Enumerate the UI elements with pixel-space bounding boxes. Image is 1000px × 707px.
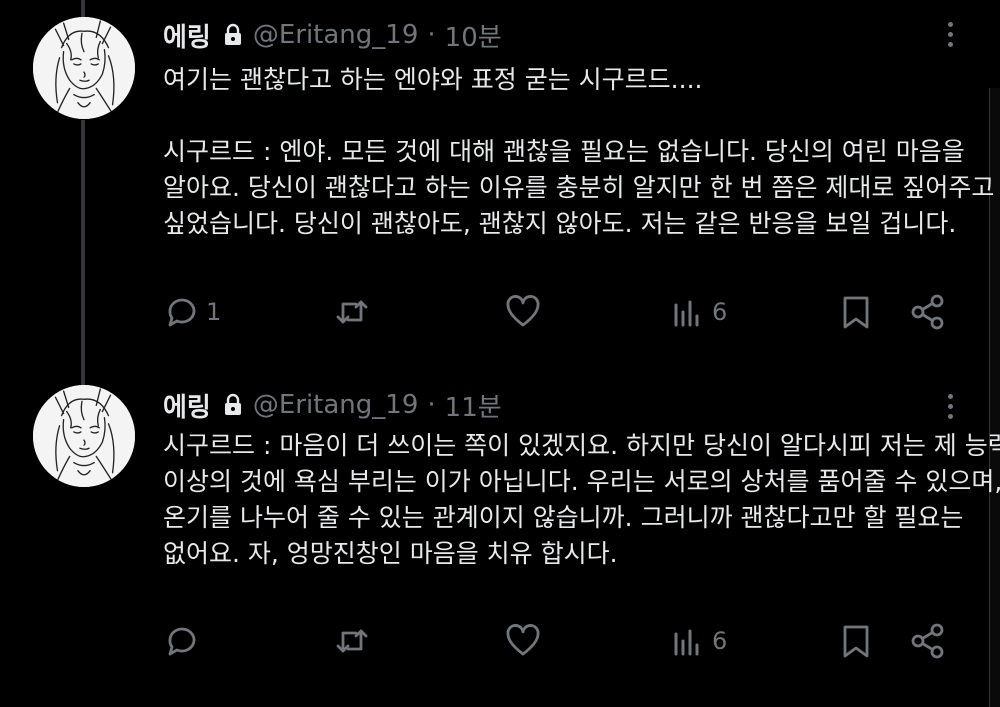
lock-icon bbox=[223, 393, 243, 417]
tweet[interactable]: 에링 @Eritang_19 · 10분 여기는 괜찮다고 하는 엔야와 표정 … bbox=[0, 0, 995, 372]
avatar-sketch-image bbox=[33, 385, 135, 487]
tweet-text: 시구르드 : 마음이 더 쓰이는 쪽이 있겠지요. 하지만 당신이 알다시피 저… bbox=[163, 428, 1000, 572]
tweet-text-line: 시구르드 : 마음이 더 쓰이는 쪽이 있겠지요. 하지만 당신이 알다시피 저… bbox=[163, 431, 1000, 460]
tweet-text-line: 싶었습니다. 당신이 괜찮아도, 괜찮지 않아도. 저는 같은 반응을 보일 겁… bbox=[163, 209, 957, 238]
tweet-text-line: 온기를 나누어 줄 수 있는 관계이지 않습니까. 그러니까 괜찮다고만 할 필… bbox=[163, 503, 964, 532]
heart-icon bbox=[506, 624, 540, 656]
retweet-icon bbox=[336, 629, 368, 653]
bookmark-button[interactable] bbox=[836, 290, 876, 334]
bookmark-icon bbox=[843, 625, 869, 658]
reply-button[interactable]: 1 bbox=[162, 290, 221, 334]
view-count: 6 bbox=[712, 627, 728, 655]
retweet-button[interactable] bbox=[332, 290, 372, 334]
reply-count: 1 bbox=[206, 298, 222, 326]
action-bar: 1 6 bbox=[160, 290, 960, 334]
tweet-text-line: 여기는 괜찮다고 하는 엔야와 표정 굳는 시구르드.... bbox=[163, 65, 703, 94]
tweet-text-line: 이상의 것에 욕심 부리는 이가 아닙니다. 우리는 서로의 상처를 품어줄 수… bbox=[163, 467, 1000, 496]
bookmark-icon bbox=[843, 296, 869, 329]
heart-icon bbox=[506, 295, 540, 327]
tweet-header: 에링 @Eritang_19 · 10분 bbox=[163, 17, 502, 53]
timestamp[interactable]: 10분 bbox=[445, 17, 502, 54]
like-button[interactable] bbox=[503, 290, 543, 334]
separator-dot: · bbox=[427, 390, 436, 420]
display-name[interactable]: 에링 bbox=[163, 387, 211, 424]
share-button[interactable] bbox=[908, 290, 948, 334]
tweet-text-line: 없어요. 자, 엉망진창인 마음을 치유 합시다. bbox=[163, 539, 618, 568]
tweet[interactable]: 에링 @Eritang_19 · 11분 시구르드 : 마음이 더 쓰이는 쪽이… bbox=[0, 372, 1000, 707]
retweet-button[interactable] bbox=[332, 619, 372, 663]
reply-button[interactable] bbox=[162, 619, 206, 663]
share-button[interactable] bbox=[908, 619, 948, 663]
views-chart-icon bbox=[674, 629, 699, 656]
more-dots-icon[interactable] bbox=[938, 17, 962, 51]
views-button[interactable]: 6 bbox=[668, 619, 727, 663]
tweet-header: 에링 @Eritang_19 · 11분 bbox=[163, 387, 502, 423]
tweet-text-line: 알아요. 당신이 괜찮다고 하는 이유를 충분히 알지만 한 번 쯤은 제대로 … bbox=[163, 173, 995, 202]
action-bar: 6 bbox=[160, 619, 960, 663]
display-name[interactable]: 에링 bbox=[163, 17, 211, 54]
share-icon bbox=[911, 294, 944, 330]
user-handle[interactable]: @Eritang_19 bbox=[253, 20, 419, 50]
avatar[interactable] bbox=[33, 385, 135, 487]
reply-icon bbox=[168, 627, 196, 656]
like-button[interactable] bbox=[503, 619, 543, 663]
tweet-text-line bbox=[163, 98, 953, 134]
separator-dot: · bbox=[427, 20, 436, 50]
views-chart-icon bbox=[674, 300, 699, 327]
tweet-text: 여기는 괜찮다고 하는 엔야와 표정 굳는 시구르드.... 시구르드 : 엔야… bbox=[163, 62, 995, 242]
reply-icon bbox=[168, 298, 196, 327]
lock-icon bbox=[223, 23, 243, 47]
avatar[interactable] bbox=[33, 17, 135, 119]
bookmark-button[interactable] bbox=[836, 619, 876, 663]
views-button[interactable]: 6 bbox=[668, 290, 727, 334]
tweet-text-line: 시구르드 : 엔야. 모든 것에 대해 괜찮을 필요는 없습니다. 당신의 여린… bbox=[163, 137, 965, 166]
timeline-feed: 에링 @Eritang_19 · 10분 여기는 괜찮다고 하는 엔야와 표정 … bbox=[0, 0, 1000, 707]
user-handle[interactable]: @Eritang_19 bbox=[253, 390, 419, 420]
timestamp[interactable]: 11분 bbox=[445, 387, 502, 424]
retweet-icon bbox=[336, 300, 368, 324]
avatar-sketch-image bbox=[33, 17, 135, 119]
view-count: 6 bbox=[712, 298, 728, 326]
more-dots-icon[interactable] bbox=[938, 389, 962, 423]
share-icon bbox=[911, 623, 944, 659]
